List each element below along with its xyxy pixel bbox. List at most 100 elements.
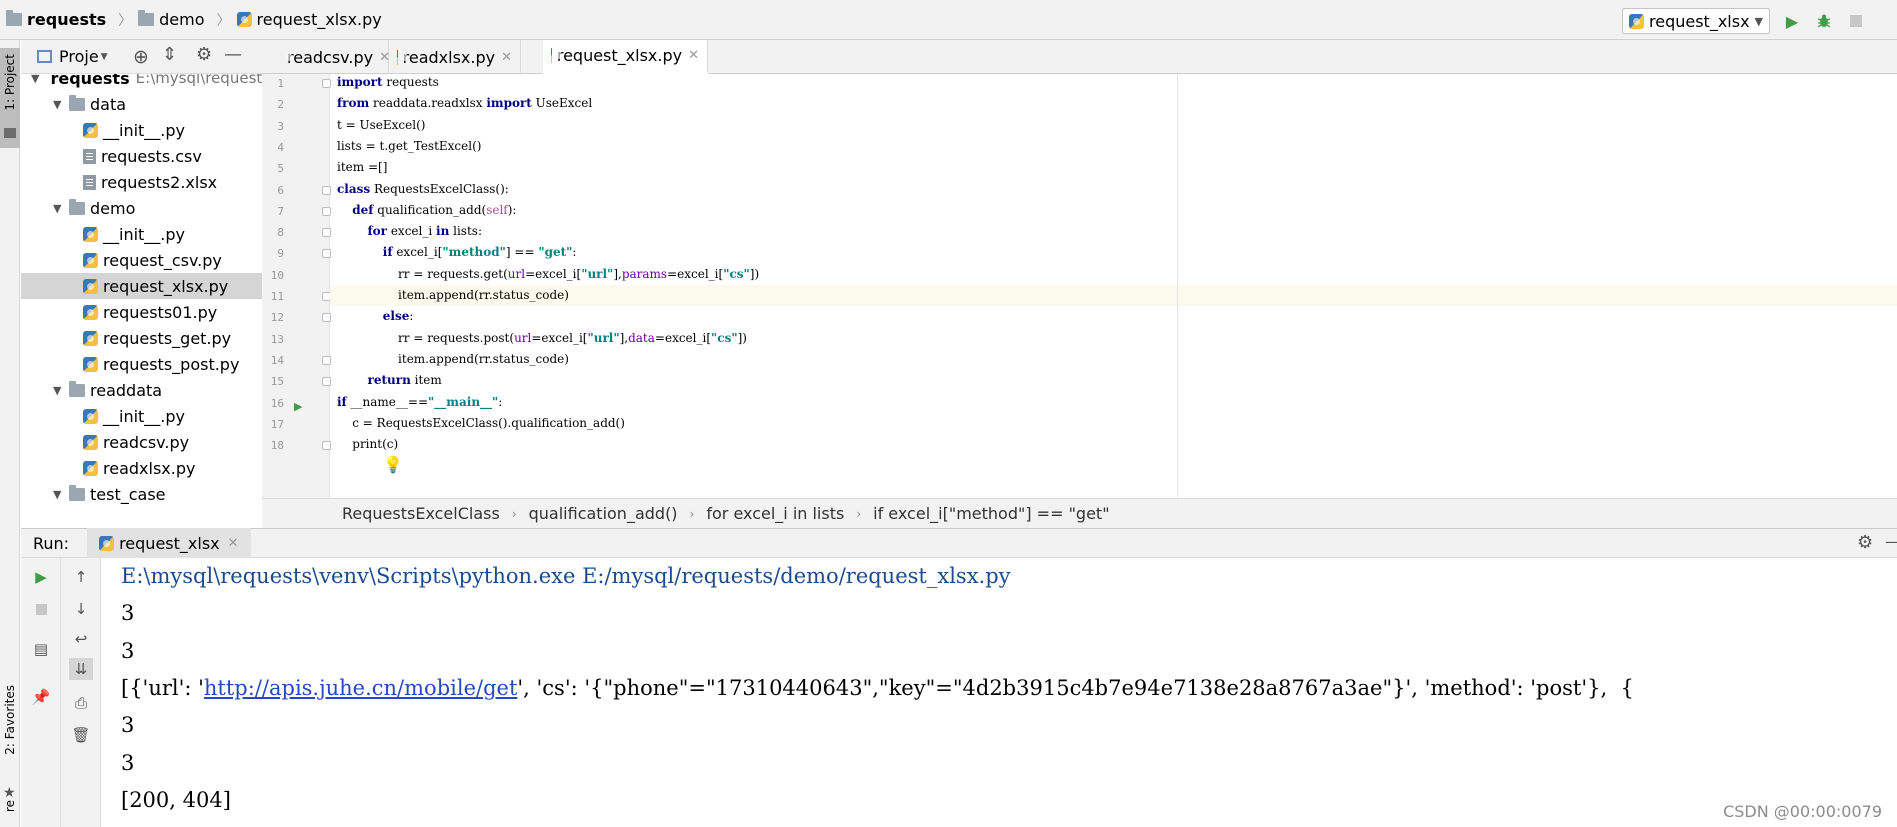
code-breadcrumb-item[interactable]: RequestsExcelClass	[342, 504, 500, 523]
run-icon[interactable]: ▶	[1780, 9, 1804, 33]
debug-icon[interactable]	[1812, 9, 1836, 33]
tab-request-xlsx[interactable]: request_xlsx.py ✕	[543, 40, 708, 74]
code-token: print(c)	[337, 437, 399, 452]
code-token: item	[410, 373, 442, 388]
tree-item[interactable]: request_csv.py	[21, 247, 262, 273]
tab-readcsv[interactable]: readcsv.py ✕	[274, 40, 390, 74]
tree-item[interactable]: __init__.py	[21, 403, 262, 429]
code-breadcrumb-item[interactable]: if excel_i["method"] == "get"	[873, 504, 1109, 523]
code-breadcrumb-item[interactable]: for excel_i in lists	[706, 504, 844, 523]
tree-item[interactable]: request_xlsx.py	[21, 273, 262, 299]
line-number: 9	[277, 247, 284, 261]
tree-item-label: __init__.py	[103, 224, 186, 244]
tree-item[interactable]: requests2.xlsx	[21, 169, 262, 195]
console-text: ', 'cs': '{"phone"="17310440643","key"="…	[517, 675, 1634, 700]
lightbulb-icon[interactable]: 💡	[383, 455, 403, 474]
chevron-down-icon[interactable]: ▼	[53, 98, 63, 111]
run-toolbar-primary: ▶ ▤ 📌	[21, 558, 61, 827]
tree-item[interactable]: requests.csv	[21, 143, 262, 169]
fold-icon[interactable]	[322, 355, 331, 365]
fold-icon[interactable]	[322, 249, 331, 259]
stop-icon[interactable]	[1844, 9, 1868, 33]
soft-wrap-icon[interactable]: ↩	[69, 628, 93, 650]
chevron-down-icon[interactable]: ▼	[31, 74, 39, 85]
stop-icon[interactable]	[29, 598, 53, 620]
python-file-icon	[236, 12, 252, 27]
code-line: for excel_i in lists:	[337, 221, 482, 242]
console-line: 3	[121, 713, 134, 737]
code-editor[interactable]: import requests from readdata.readxlsx im…	[330, 74, 1897, 498]
chevron-down-icon[interactable]: ▼	[53, 202, 63, 215]
nav-crumb-demo[interactable]: demo	[138, 10, 205, 29]
fold-icon[interactable]	[322, 377, 331, 387]
code-token: __name__==	[346, 394, 429, 409]
tree-item[interactable]: requests_post.py	[21, 351, 262, 377]
collapse-all-icon[interactable]: ⇕	[162, 44, 177, 65]
code-breadcrumb-item[interactable]: qualification_add()	[529, 504, 678, 523]
favorites-tool-button[interactable]: 2: Favorites ★	[0, 685, 20, 815]
arrow-down-icon[interactable]: ↓	[69, 598, 93, 620]
tree-item[interactable]: ▼ data	[21, 91, 262, 117]
minimize-icon[interactable]: —	[224, 44, 242, 65]
tree-item[interactable]: ▼ readdata	[21, 377, 262, 403]
gear-icon[interactable]: ⚙	[196, 44, 212, 65]
chevron-down-icon[interactable]: ▼	[101, 52, 108, 62]
tree-item[interactable]: ▼ test_case	[21, 481, 262, 507]
breadcrumb-separator: 〉	[216, 12, 231, 29]
tree-item[interactable]: __init__.py	[21, 221, 262, 247]
print-icon[interactable]: ⎙	[69, 692, 93, 714]
fold-icon[interactable]	[322, 313, 331, 323]
project-tool-button[interactable]: 1: Project	[0, 48, 20, 148]
tree-item[interactable]: ▼ requests E:\mysql\requests	[21, 74, 262, 91]
trash-icon[interactable]: 🗑	[69, 724, 93, 746]
run-tab-request-xlsx[interactable]: request_xlsx ✕	[87, 528, 251, 558]
code-line: else:	[337, 306, 414, 327]
tree-item[interactable]: readcsv.py	[21, 429, 262, 455]
rerun-icon[interactable]: ▶	[29, 566, 53, 588]
run-console[interactable]: E:\mysql\requests\venv\Scripts\python.ex…	[101, 558, 1897, 827]
close-icon[interactable]: ✕	[501, 50, 512, 65]
nav-crumb-project[interactable]: requests	[6, 10, 106, 29]
run-configuration-select[interactable]: request_xlsx ▼	[1622, 8, 1770, 34]
structure-tool-label[interactable]: re	[3, 800, 17, 812]
minimize-icon[interactable]: —	[1885, 532, 1897, 551]
tree-item[interactable]: ▼ demo	[21, 195, 262, 221]
fold-icon[interactable]	[322, 441, 331, 451]
tree-item[interactable]: requests01.py	[21, 299, 262, 325]
tree-item[interactable]: readxlsx.py	[21, 455, 262, 481]
line-number: 14	[270, 353, 284, 367]
left-tool-stripe: 1: Project 2: Favorites ★ re	[0, 40, 20, 827]
folder-icon	[138, 10, 155, 26]
file-icon	[83, 148, 96, 164]
fold-icon[interactable]	[322, 228, 331, 238]
code-line: return item	[337, 370, 442, 391]
gear-icon[interactable]: ⚙	[1857, 532, 1873, 553]
arrow-up-icon[interactable]: ↑	[69, 566, 93, 588]
code-line: rr = requests.post(url=excel_i["url"],da…	[337, 328, 747, 349]
line-number: 12	[270, 311, 284, 325]
run-gutter-icon[interactable]: ▶	[294, 400, 302, 413]
close-icon[interactable]: ✕	[688, 48, 699, 63]
code-token: import	[337, 75, 383, 89]
close-icon[interactable]: ✕	[228, 536, 239, 551]
tab-label: request_xlsx.py	[556, 46, 683, 65]
fold-icon[interactable]	[322, 206, 331, 216]
tree-item[interactable]: requests_get.py	[21, 325, 262, 351]
project-panel-title[interactable]: Proje	[59, 47, 99, 66]
scroll-to-end-icon[interactable]: ⇊	[69, 658, 93, 680]
tab-readxlsx[interactable]: readxlsx.py ✕	[389, 40, 521, 74]
fold-icon[interactable]	[322, 79, 331, 88]
console-link[interactable]: http://apis.juhe.cn/mobile/get	[204, 676, 517, 700]
nav-crumb-file[interactable]: request_xlsx.py	[236, 10, 382, 29]
fold-icon[interactable]	[322, 185, 331, 195]
code-token: url	[507, 266, 526, 281]
chevron-down-icon[interactable]: ▼	[53, 488, 63, 501]
chevron-down-icon[interactable]: ▼	[53, 384, 63, 397]
tree-item[interactable]: __init__.py	[21, 117, 262, 143]
code-token: item.append(rr.status_code)	[337, 288, 569, 302]
pin-icon[interactable]: 📌	[29, 686, 53, 708]
line-number: 3	[277, 119, 284, 133]
layout-icon[interactable]: ▤	[29, 638, 53, 660]
locate-icon[interactable]: ⊕	[133, 46, 149, 68]
